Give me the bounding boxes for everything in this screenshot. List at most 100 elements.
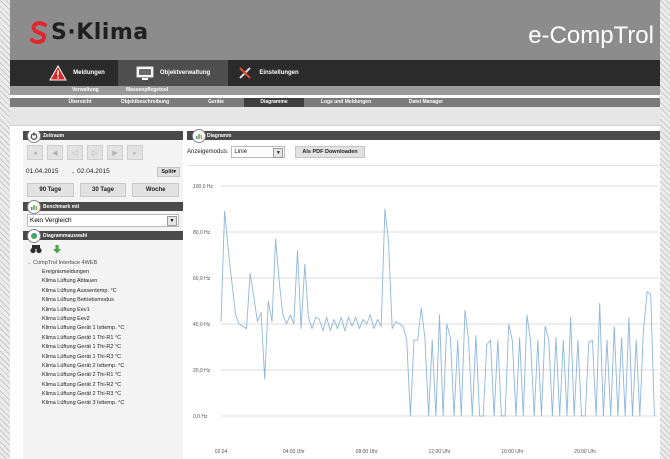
tab-label: Einstellungen: [259, 70, 299, 76]
tab-objektbeschreibung[interactable]: Objektbeschreibung: [110, 98, 180, 107]
chevron-down-icon: ▼: [273, 148, 284, 158]
section-title: Zeitraum: [43, 132, 65, 139]
diagram-select-header: Diagrammauswahl: [23, 229, 183, 243]
chart-icon: [192, 129, 206, 143]
section-title: Benchmark mit: [43, 203, 80, 210]
chart-toolbar: Anzeigemodus: Linie ▼ Als PDF Downloaden: [187, 145, 365, 159]
x-tick-label: 12:00 Uhr: [429, 449, 451, 455]
prev-step-button[interactable]: ◁: [67, 145, 83, 160]
tree-item[interactable]: Klima Lüftung Gerät 2 Thi-R2 °C: [23, 381, 183, 390]
tab-objektverwaltung[interactable]: Objektverwaltung: [118, 60, 228, 86]
mode-select[interactable]: Linie ▼: [231, 146, 286, 158]
chart-area: 100,0 Hz 80,0 Hz 60,0 Hz 40,0 Hz 20,0 Hz 0,0 …: [187, 165, 660, 459]
x-tick-label: 20:00 Uhr: [574, 449, 596, 455]
subnav-verwaltung[interactable]: Verwaltung: [72, 86, 99, 95]
y-tick-label: 20,0 Hz: [193, 368, 211, 374]
date-to-input[interactable]: 02.04.2015: [77, 167, 127, 177]
y-tick-label: 100,0 Hz: [193, 184, 214, 190]
logo-text: S·Klima: [51, 20, 149, 45]
diagram-tools: [23, 240, 183, 258]
tree-item[interactable]: Klima Lüftung Eev1: [23, 306, 183, 315]
split-button[interactable]: Split▾: [157, 167, 180, 177]
monitor-icon: [136, 66, 154, 80]
tab-uebersicht[interactable]: Übersicht: [50, 98, 110, 107]
product-title: e-CompTrol: [528, 22, 654, 49]
y-tick-label: 60,0 Hz: [193, 276, 211, 282]
benchmark-value: Kein Vergleich: [30, 217, 72, 224]
chart-title: Diagramm: [207, 132, 232, 139]
next-step-button[interactable]: ▷: [87, 145, 103, 160]
tree-item[interactable]: Klima Lüftung Betriebsmodus: [23, 296, 183, 305]
benchmark-header: Benchmark mit: [23, 200, 183, 214]
tree-item[interactable]: Klima Lüftung Gerät 1 Thi-R1 °C: [23, 334, 183, 343]
x-tick-label: 16:00 Uhr: [501, 449, 523, 455]
tree-root[interactable]: ⌄ CompTrol Interface 4WEB: [23, 258, 183, 268]
sidebar: Zeitraum ◂ ◀ ◁ ▷ ▶ ▸ 01.04.2015 - 02.04.…: [23, 131, 183, 459]
pdf-download-button[interactable]: Als PDF Downloaden: [295, 146, 365, 158]
tree-item[interactable]: Klima Lüftung Gerät 1 Thi-R3 °C: [23, 353, 183, 362]
date-separator: -: [72, 168, 75, 176]
tree-item[interactable]: Klima Lüftung Gerät 3 Isttemp. °C: [23, 399, 183, 408]
preset-buttons: 90 Tage 30 Tage Woche: [23, 179, 183, 202]
app-window: S·Klima e-CompTrol Meldungen Objektverwa…: [10, 0, 660, 459]
timerange-header: Zeitraum: [23, 131, 183, 143]
tree-item[interactable]: Klima Lüftung Eev2: [23, 315, 183, 324]
x-tick-label: 02.04: [215, 449, 228, 455]
tree-item[interactable]: Klima Lüftung Gerät 2 Isttemp. °C: [23, 362, 183, 371]
tab-einstellungen[interactable]: Einstellungen: [226, 60, 310, 86]
s-logo-icon: [30, 20, 47, 44]
tree-item[interactable]: Klima Lüftung Aussentemp. °C: [23, 287, 183, 296]
series-line[interactable]: [220, 208, 655, 417]
section-title: Diagrammauswahl: [43, 232, 88, 239]
tab-label: Objektverwaltung: [159, 70, 211, 76]
line-chart: 100,0 Hz 80,0 Hz 60,0 Hz 40,0 Hz 20,0 Hz 0,0 …: [193, 184, 658, 455]
logo: S·Klima: [30, 20, 149, 45]
page-background-right: [660, 0, 670, 459]
y-tick-label: 80,0 Hz: [193, 230, 211, 236]
y-tick-label: 0,0 Hz: [193, 414, 208, 420]
page-background-left: [0, 0, 10, 459]
first-page-button[interactable]: ◂: [27, 145, 43, 160]
download-arrow-icon[interactable]: [52, 244, 62, 254]
tab-diagramme[interactable]: Diagramme: [244, 98, 304, 107]
tab-datei-manager[interactable]: Datei Manager: [396, 98, 456, 107]
split-label: Split: [161, 169, 174, 175]
x-tick-label: 04:00 Uhr: [283, 449, 305, 455]
chart-panel: Diagramm Anzeigemodus: Linie ▼ Als PDF D…: [187, 129, 660, 459]
last-page-button[interactable]: ▸: [127, 145, 143, 160]
tab-meldungen[interactable]: Meldungen: [28, 60, 126, 86]
binoculars-icon[interactable]: [30, 244, 42, 254]
next-page-button[interactable]: ▶: [107, 145, 123, 160]
time-nav-buttons: ◂ ◀ ◁ ▷ ▶ ▸: [23, 140, 183, 165]
tree-items: Ereignismeldungen Klima Lüftung Abtauen Kl…: [23, 268, 183, 409]
chevron-down-icon: ▼: [167, 216, 177, 226]
tree-item[interactable]: Klima Lüftung Abtauen: [23, 277, 183, 286]
benchmark-icon: [27, 200, 41, 214]
subnav-massenpflegetool[interactable]: Massenpflegetool: [126, 86, 168, 95]
warning-icon: [49, 65, 68, 81]
tab-logs-meldungen[interactable]: Logs und Meldungen: [306, 98, 386, 107]
prev-page-button[interactable]: ◀: [47, 145, 63, 160]
object-tabs: Übersicht Objektbeschreibung Geräte Diag…: [10, 98, 660, 107]
tree-item[interactable]: Klima Lüftung Gerät 2 Thi-R1 °C: [23, 371, 183, 380]
tree-item[interactable]: Klima Lüftung Gerät 2 Thi-R3 °C: [23, 390, 183, 399]
chevron-down-icon: ▾: [173, 169, 176, 175]
tools-icon: [239, 67, 252, 79]
tree-item[interactable]: Klima Lüftung Gerät 1 Thi-R2 °C: [23, 343, 183, 352]
tree-item[interactable]: Klima Lüftung Gerät 1 Isttemp. °C: [23, 324, 183, 333]
preset-week[interactable]: Woche: [132, 183, 180, 197]
tab-geraete[interactable]: Geräte: [188, 98, 244, 107]
preset-30-days[interactable]: 30 Tage: [79, 183, 127, 197]
y-tick-label: 40,0 Hz: [193, 322, 211, 328]
benchmark-select[interactable]: Kein Vergleich ▼: [27, 214, 179, 227]
preset-90-days[interactable]: 90 Tage: [27, 183, 74, 197]
chart-icon: [27, 229, 41, 243]
app-header: S·Klima e-CompTrol: [10, 0, 660, 60]
tree-item[interactable]: Ereignismeldungen: [23, 268, 183, 277]
toolbar-strip: [10, 107, 660, 126]
x-tick-label: 08:00 Uhr: [356, 449, 378, 455]
mode-label: Anzeigemodus:: [187, 149, 229, 155]
tree-root-label: CompTrol Interface 4WEB: [33, 260, 98, 266]
secondary-nav: Verwaltung Massenpflegetool: [10, 86, 660, 95]
date-from-input[interactable]: 01.04.2015: [26, 167, 76, 177]
